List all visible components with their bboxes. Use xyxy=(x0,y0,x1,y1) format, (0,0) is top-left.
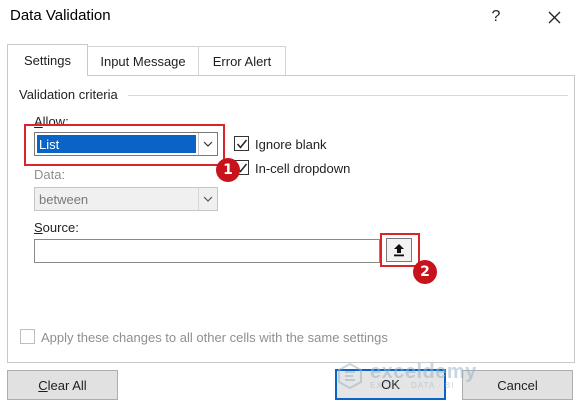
tab-settings[interactable]: Settings xyxy=(7,44,88,76)
close-button[interactable] xyxy=(534,2,574,32)
in-cell-dropdown-label: In-cell dropdown xyxy=(255,161,351,176)
tab-input-message[interactable]: Input Message xyxy=(87,46,199,75)
data-label: Data: xyxy=(34,167,66,182)
group-divider xyxy=(128,95,568,96)
watermark: exceldemy EXCEL · DATA · BI xyxy=(336,362,477,390)
watermark-tagline: EXCEL · DATA · BI xyxy=(370,381,455,390)
source-input[interactable] xyxy=(34,239,380,263)
ignore-blank-label: Ignore blank xyxy=(255,137,327,152)
clear-all-button[interactable]: Clear All xyxy=(7,370,118,400)
chevron-down-icon xyxy=(198,188,217,210)
exceldemy-logo-icon xyxy=(338,362,362,390)
close-icon xyxy=(548,11,560,23)
annotation-badge-2: 2 xyxy=(413,260,437,284)
window-title: Data Validation xyxy=(10,7,111,24)
highlight-box-source xyxy=(380,233,420,267)
tab-error-alert[interactable]: Error Alert xyxy=(198,46,286,75)
watermark-name: exceldemy xyxy=(370,361,477,383)
annotation-badge-1: 1 xyxy=(216,158,240,182)
check-icon xyxy=(236,139,247,149)
apply-all-label: Apply these changes to all other cells w… xyxy=(41,330,388,345)
data-select: between xyxy=(34,187,218,211)
highlight-box-allow xyxy=(24,124,225,166)
cancel-button[interactable]: Cancel xyxy=(462,370,573,400)
data-select-value: between xyxy=(39,191,89,207)
help-button[interactable]: ? xyxy=(476,2,516,32)
ignore-blank-checkbox[interactable] xyxy=(234,136,249,151)
source-label: Source: xyxy=(34,220,79,235)
group-label-validation-criteria: Validation criteria xyxy=(19,87,118,102)
apply-all-checkbox xyxy=(20,329,35,344)
settings-panel xyxy=(7,75,575,363)
